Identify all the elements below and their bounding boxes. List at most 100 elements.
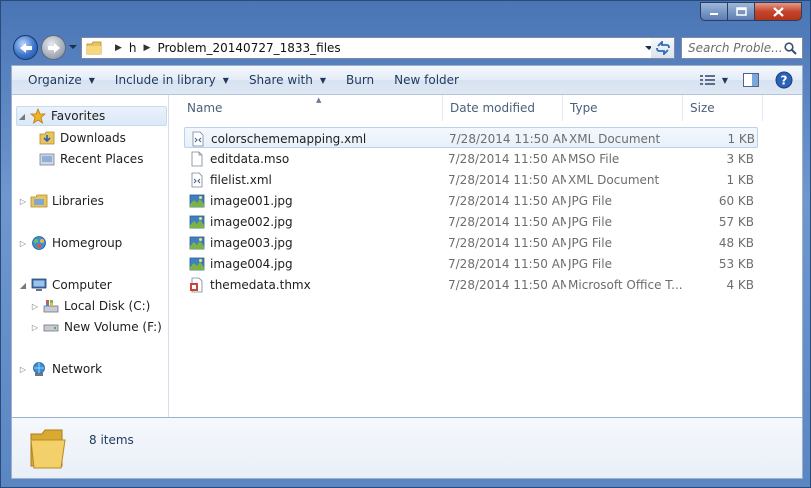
sidebar-item-recent-places[interactable]: Recent Places [38, 149, 143, 169]
column-header-name[interactable]: Name ▲ [180, 95, 443, 121]
organize-menu[interactable]: Organize ▼ [12, 66, 105, 94]
help-button[interactable]: ? [766, 66, 802, 94]
sidebar-item-downloads[interactable]: Downloads [38, 128, 126, 148]
file-date-cell: 7/28/2014 11:50 AM [448, 277, 566, 292]
file-name-cell[interactable]: editdata.mso [189, 148, 439, 169]
arrow-right-icon [47, 42, 60, 53]
column-header-label: Type [570, 101, 598, 115]
breadcrumb-separator-icon[interactable]: ▶ [144, 43, 151, 53]
sidebar-item-homegroup[interactable]: ▷ Homegroup [18, 233, 122, 253]
refresh-icon [655, 41, 670, 55]
file-name-cell[interactable]: colorschememapping.xml [190, 128, 440, 149]
drive-icon [42, 319, 60, 335]
column-header-label: Name [187, 101, 223, 115]
file-name: editdata.mso [210, 151, 290, 166]
file-row[interactable]: image001.jpg 7/28/2014 11:50 AM JPG File 60… [184, 190, 758, 211]
chevron-down-icon: ▼ [319, 75, 326, 85]
file-name-cell[interactable]: image003.jpg [189, 232, 439, 253]
include-in-library-label: Include in library [114, 73, 216, 87]
expand-arrow-icon[interactable]: ▷ [30, 323, 40, 332]
sidebar-item-label: Homegroup [52, 236, 123, 250]
column-header-type[interactable]: Type [563, 95, 683, 121]
share-with-label: Share with [248, 73, 313, 87]
sidebar-item-libraries[interactable]: ▷ Libraries [18, 191, 104, 211]
sidebar-item-label: Network [52, 362, 103, 376]
file-type-cell: JPG File [568, 214, 612, 229]
column-header-size[interactable]: Size [683, 95, 763, 121]
file-row[interactable]: image002.jpg 7/28/2014 11:50 AM JPG File 57… [184, 211, 758, 232]
sidebar-item-network[interactable]: ▷ Network [18, 359, 102, 379]
address-bar[interactable]: ▶ h ▶ Problem_20140727_1833_files [81, 37, 659, 59]
file-name: colorschememapping.xml [211, 131, 367, 146]
file-row[interactable]: colorschememapping.xml 7/28/2014 11:50 AM… [184, 127, 758, 148]
file-size-cell: 4 KB [726, 277, 754, 292]
details-pane: 8 items [11, 417, 803, 479]
file-name-cell[interactable]: image004.jpg [189, 253, 439, 274]
image-file-icon [189, 214, 205, 230]
expand-arrow-icon[interactable]: ▷ [18, 365, 28, 374]
column-header-date[interactable]: Date modified [443, 95, 563, 121]
burn-button[interactable]: Burn [336, 66, 384, 94]
file-type-cell: JPG File [568, 235, 612, 250]
close-button[interactable] [755, 2, 802, 21]
file-name: filelist.xml [210, 172, 272, 187]
file-name: themedata.thmx [210, 277, 311, 292]
sidebar-item-label: Computer [52, 278, 112, 292]
expand-arrow-icon[interactable]: ▷ [30, 302, 40, 311]
breadcrumb-separator-icon[interactable]: ▶ [115, 43, 122, 53]
burn-label: Burn [346, 73, 375, 87]
new-folder-button[interactable]: New folder [384, 66, 469, 94]
file-row[interactable]: themedata.thmx 7/28/2014 11:50 AM Microsof… [184, 274, 758, 295]
back-button[interactable] [13, 35, 38, 60]
expand-arrow-icon[interactable]: ▷ [18, 197, 28, 206]
help-icon: ? [775, 71, 793, 89]
file-name: image004.jpg [210, 256, 293, 271]
file-name-cell[interactable]: image002.jpg [189, 211, 439, 232]
file-row[interactable]: editdata.mso 7/28/2014 11:50 AM MSO File 3 … [184, 148, 758, 169]
sidebar-item-new-volume[interactable]: ▷ New Volume (F:) [30, 317, 162, 337]
search-icon[interactable] [784, 42, 797, 55]
include-in-library-menu[interactable]: Include in library ▼ [105, 66, 239, 94]
expand-arrow-icon[interactable]: ▷ [18, 239, 28, 248]
share-with-menu[interactable]: Share with ▼ [239, 66, 336, 94]
file-size-cell: 53 KB [718, 256, 754, 271]
file-date-cell: 7/28/2014 11:50 AM [448, 172, 566, 187]
file-row[interactable]: image004.jpg 7/28/2014 11:50 AM JPG File 53… [184, 253, 758, 274]
office-theme-file-icon [189, 277, 205, 293]
image-file-icon [189, 193, 205, 209]
file-row[interactable]: image003.jpg 7/28/2014 11:50 AM JPG File 48… [184, 232, 758, 253]
change-view-button[interactable]: ▼ [692, 66, 736, 94]
breadcrumb-segment[interactable]: Problem_20140727_1833_files [157, 41, 340, 55]
image-file-icon [189, 235, 205, 251]
command-bar-right: ▼ ? [692, 66, 802, 94]
file-name-cell[interactable]: themedata.thmx [189, 274, 439, 295]
sidebar-item-favorites[interactable]: ◢ Favorites [16, 106, 167, 126]
breadcrumb-segment[interactable]: h [129, 41, 137, 55]
sidebar-item-label: New Volume (F:) [64, 320, 162, 334]
collapse-arrow-icon[interactable]: ◢ [17, 112, 27, 121]
window-controls [700, 2, 802, 22]
file-name: image001.jpg [210, 193, 293, 208]
sidebar-item-local-disk[interactable]: ▷ Local Disk (C:) [30, 296, 150, 316]
forward-button[interactable] [41, 35, 66, 60]
collapse-arrow-icon[interactable]: ◢ [18, 281, 28, 290]
preview-pane-button[interactable] [736, 66, 766, 94]
minimize-button[interactable] [700, 2, 728, 21]
file-date-cell: 7/28/2014 11:50 AM [449, 131, 567, 146]
content-area: ◢ Favorites Downloads Recent Places ▷ Li… [11, 95, 803, 417]
search-input[interactable]: Search Proble... [681, 37, 803, 59]
sort-ascending-icon: ▲ [316, 96, 322, 104]
recent-pages-dropdown-icon[interactable] [68, 42, 78, 52]
refresh-button[interactable] [651, 37, 675, 59]
image-file-icon [189, 256, 205, 272]
sidebar-item-computer[interactable]: ◢ Computer [18, 275, 112, 295]
file-name: image003.jpg [210, 235, 293, 250]
folder-icon [86, 41, 102, 55]
file-name-cell[interactable]: image001.jpg [189, 190, 439, 211]
view-details-icon [699, 75, 715, 85]
file-row[interactable]: filelist.xml 7/28/2014 11:50 AM XML Docume… [184, 169, 758, 190]
file-type-cell: XML Document [568, 172, 660, 187]
maximize-button[interactable] [728, 2, 755, 21]
star-icon [29, 108, 47, 124]
file-name-cell[interactable]: filelist.xml [189, 169, 439, 190]
